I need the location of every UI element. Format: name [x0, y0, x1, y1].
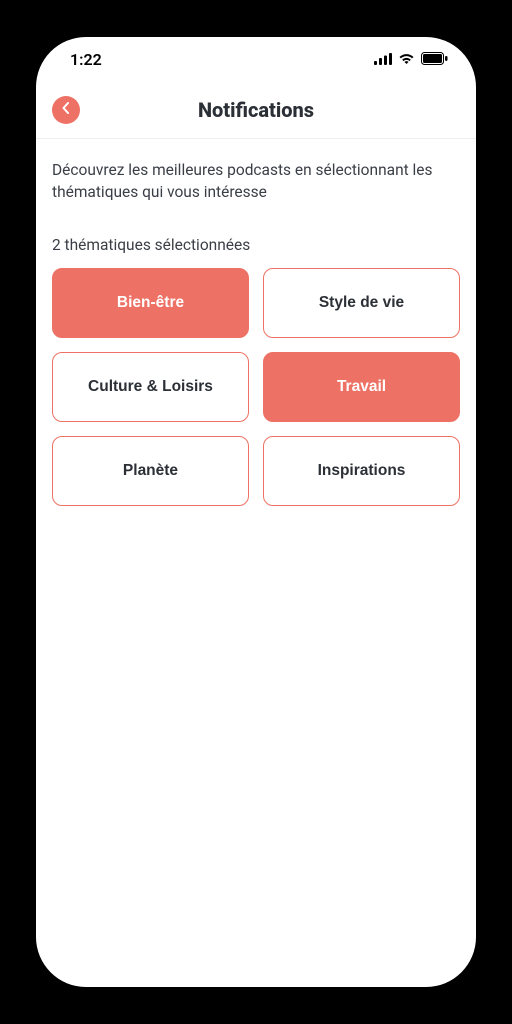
topic-label: Culture & Loisirs — [88, 378, 213, 396]
status-icons — [374, 50, 448, 69]
topic-chip[interactable]: Travail — [263, 352, 460, 422]
topic-chip[interactable]: Inspirations — [263, 436, 460, 506]
page-title: Notifications — [36, 98, 476, 122]
battery-icon — [421, 50, 448, 69]
selection-count: 2 thématiques sélectionnées — [52, 236, 460, 254]
status-time: 1:22 — [70, 50, 102, 69]
topic-chip[interactable]: Style de vie — [263, 268, 460, 338]
status-bar: 1:22 — [36, 37, 476, 81]
topic-chip[interactable]: Bien-être — [52, 268, 249, 338]
chevron-left-icon — [61, 102, 71, 117]
topic-label: Planète — [123, 462, 178, 480]
topic-chip[interactable]: Planète — [52, 436, 249, 506]
wifi-icon — [398, 50, 415, 69]
topic-grid: Bien-être Style de vie Culture & Loisirs Tr… — [52, 268, 460, 506]
intro-text: Découvrez les meilleures podcasts en sél… — [52, 159, 460, 204]
back-button[interactable] — [52, 96, 80, 124]
topic-label: Bien-être — [117, 294, 184, 312]
topic-chip[interactable]: Culture & Loisirs — [52, 352, 249, 422]
phone-frame: 1:22 — [36, 37, 476, 987]
topic-label: Inspirations — [318, 462, 406, 480]
topic-label: Travail — [337, 378, 386, 396]
topic-label: Style de vie — [319, 294, 404, 312]
cellular-icon — [374, 50, 392, 69]
header: Notifications — [36, 81, 476, 139]
content: Découvrez les meilleures podcasts en sél… — [36, 139, 476, 526]
